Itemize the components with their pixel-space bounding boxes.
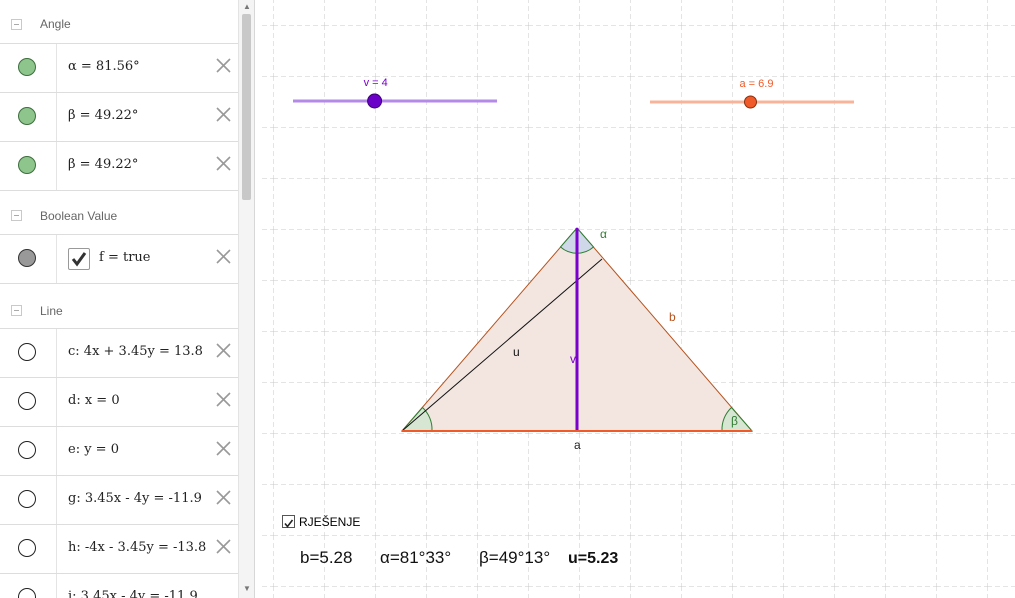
algebra-view: Angle α = 81.56° β = 49.22° β = 49.22° B… xyxy=(0,0,238,598)
row-separator xyxy=(56,44,57,92)
solution-alpha: α=81°33° xyxy=(380,548,452,567)
expression-d[interactable]: d: x = 0 xyxy=(68,393,120,408)
solution-b: b=5.28 xyxy=(300,548,353,567)
expression-alpha[interactable]: α = 81.56° xyxy=(68,59,140,74)
label-a: a xyxy=(574,438,581,452)
collapse-angle-button[interactable] xyxy=(11,19,22,30)
slider-a-label: a = 6.9 xyxy=(740,78,774,90)
visibility-toggle[interactable] xyxy=(18,490,36,508)
slider-v-knob[interactable] xyxy=(367,93,383,109)
row-separator xyxy=(56,574,57,598)
label-alpha: α xyxy=(600,227,607,241)
label-beta: β xyxy=(731,414,738,428)
group-label-angle: Angle xyxy=(40,17,71,31)
delete-icon[interactable] xyxy=(214,154,233,173)
delete-icon[interactable] xyxy=(214,341,233,360)
label-u: u xyxy=(513,345,520,359)
expression-beta[interactable]: β = 49.22° xyxy=(68,108,138,123)
group-label-boolean: Boolean Value xyxy=(40,209,118,223)
visibility-toggle[interactable] xyxy=(18,539,36,557)
expression-beta-2[interactable]: β = 49.22° xyxy=(68,157,138,172)
row-separator xyxy=(56,378,57,426)
algebra-row-alpha[interactable]: α = 81.56° xyxy=(0,44,238,93)
graphics-view[interactable]: v = 4 a = 6.9 α β b a u v xyxy=(259,0,1015,598)
checkmark-icon xyxy=(284,519,294,528)
visibility-toggle[interactable] xyxy=(18,441,36,459)
row-separator xyxy=(56,235,57,283)
scroll-thumb[interactable] xyxy=(242,14,251,200)
visibility-toggle[interactable] xyxy=(18,249,36,267)
solution-beta: β=49°13° xyxy=(479,548,551,567)
visibility-toggle[interactable] xyxy=(18,343,36,361)
group-header-boolean[interactable]: Boolean Value xyxy=(0,191,238,235)
delete-icon[interactable] xyxy=(214,105,233,124)
algebra-row-c[interactable]: c: 4x + 3.45y = 13.8 xyxy=(0,329,238,378)
algebra-row-d[interactable]: d: x = 0 xyxy=(0,378,238,427)
algebra-row-i[interactable]: i: 3.45x - 4y = -11.9 xyxy=(0,574,238,598)
row-separator xyxy=(56,93,57,141)
solution-checkbox[interactable] xyxy=(282,515,295,528)
solution-label[interactable]: RJEŠENJE xyxy=(299,515,360,529)
expression-e[interactable]: e: y = 0 xyxy=(68,442,119,457)
group-header-line[interactable]: Line xyxy=(0,285,238,329)
collapse-boolean-button[interactable] xyxy=(11,210,22,221)
label-b: b xyxy=(669,310,676,324)
expression-c[interactable]: c: 4x + 3.45y = 13.8 xyxy=(68,344,203,359)
scroll-up-icon[interactable]: ▲ xyxy=(243,2,251,11)
row-separator xyxy=(56,476,57,524)
visibility-toggle[interactable] xyxy=(18,392,36,410)
visibility-toggle[interactable] xyxy=(18,588,36,598)
algebra-row-beta-2[interactable]: β = 49.22° xyxy=(0,142,238,191)
expression-h[interactable]: h: -4x - 3.45y = -13.8 xyxy=(68,540,206,555)
row-separator xyxy=(56,427,57,475)
algebra-row-beta[interactable]: β = 49.22° xyxy=(0,93,238,142)
slider-a-knob[interactable] xyxy=(744,95,757,109)
algebra-row-g[interactable]: g: 3.45x - 4y = -11.9 xyxy=(0,476,238,525)
visibility-toggle[interactable] xyxy=(18,156,36,174)
scroll-down-icon[interactable]: ▼ xyxy=(243,584,251,593)
expression-g[interactable]: g: 3.45x - 4y = -11.9 xyxy=(68,491,202,506)
boolean-checkbox[interactable] xyxy=(68,248,90,270)
group-label-line: Line xyxy=(40,304,63,318)
delete-icon[interactable] xyxy=(214,247,233,266)
checkmark-icon xyxy=(71,252,87,267)
solution-u: u=5.23 xyxy=(568,550,619,567)
algebra-row-h[interactable]: h: -4x - 3.45y = -13.8 xyxy=(0,525,238,574)
visibility-toggle[interactable] xyxy=(18,107,36,125)
group-header-angle[interactable]: Angle xyxy=(0,0,238,44)
visibility-toggle[interactable] xyxy=(18,58,36,76)
label-v: v xyxy=(570,352,576,366)
expression-f[interactable]: f = true xyxy=(99,250,150,265)
collapse-line-button[interactable] xyxy=(11,305,22,316)
algebra-row-f[interactable]: f = true xyxy=(0,235,238,284)
row-separator xyxy=(56,142,57,190)
row-separator xyxy=(56,329,57,377)
algebra-row-e[interactable]: e: y = 0 xyxy=(0,427,238,476)
delete-icon[interactable] xyxy=(214,439,233,458)
row-separator xyxy=(56,525,57,573)
delete-icon[interactable] xyxy=(214,488,233,507)
expression-i[interactable]: i: 3.45x - 4y = -11.9 xyxy=(68,589,198,598)
algebra-scrollbar[interactable]: ▲ ▼ xyxy=(238,0,254,598)
delete-icon[interactable] xyxy=(214,56,233,75)
delete-icon[interactable] xyxy=(214,390,233,409)
delete-icon[interactable] xyxy=(214,537,233,556)
slider-v-label: v = 4 xyxy=(364,77,388,89)
